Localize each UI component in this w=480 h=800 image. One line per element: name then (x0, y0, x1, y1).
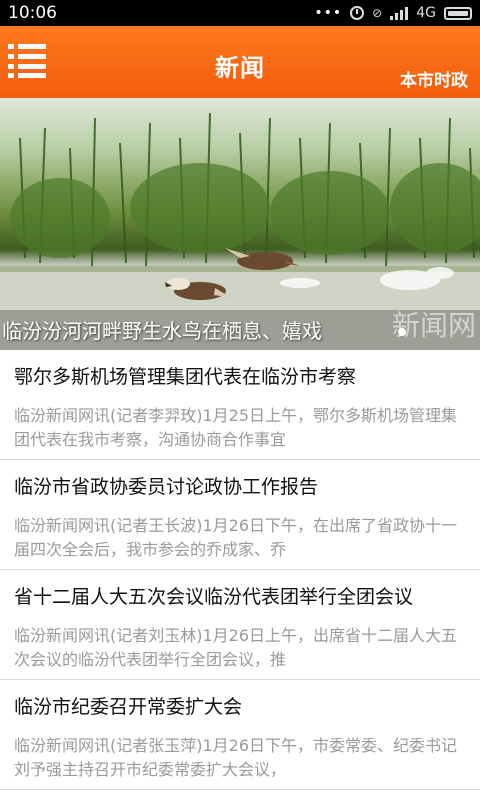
news-item[interactable]: 临汾市省政协委员讨论政协工作报告 临汾新闻网讯(记者王长波)1月26日下午，在出… (0, 460, 480, 570)
banner-carousel[interactable]: 新闻网 临汾汾河河畔野生水鸟在栖息、嬉戏 (0, 98, 480, 350)
news-item[interactable]: 临汾市纪委召开常委扩大会 临汾新闻网讯(记者张玉萍)1月26日下午，市委常委、纪… (0, 680, 480, 790)
local-politics-link[interactable]: 本市时政 (400, 66, 468, 91)
news-title: 临汾市纪委召开常委扩大会 (14, 696, 243, 718)
news-summary: 临汾新闻网讯(记者李羿玫)1月25日上午，鄂尔多斯机场管理集团代表在我市考察，沟… (14, 406, 458, 449)
signal-icon (390, 6, 409, 20)
mute-icon: ⊘ (372, 6, 383, 20)
news-item[interactable]: 省十二届人大五次会议临汾代表团举行全团会议 临汾新闻网讯(记者刘玉林)1月26日… (0, 570, 480, 680)
news-item[interactable]: 鄂尔多斯机场管理集团代表在临汾市考察 临汾新闻网讯(记者李羿玫)1月25日上午，… (0, 350, 480, 460)
battery-icon (444, 6, 472, 20)
news-summary: 临汾新闻网讯(记者张玉萍)1月26日下午，市委常委、纪委书记刘予强主持召开市纪委… (14, 736, 458, 779)
banner-watermark: 新闻网 (391, 309, 476, 342)
alarm-icon (350, 6, 365, 20)
news-title: 省十二届人大五次会议临汾代表团举行全团会议 (14, 586, 414, 608)
status-time: 10:06 (8, 3, 57, 23)
banner-caption: 临汾汾河河畔野生水鸟在栖息、嬉戏 (2, 319, 322, 343)
status-icons: ••• ⊘ 4G (314, 5, 472, 21)
news-title: 鄂尔多斯机场管理集团代表在临汾市考察 (14, 366, 357, 388)
news-summary: 临汾新闻网讯(记者王长波)1月26日下午，在出席了省政协十一届四次全会后，我市参… (14, 516, 458, 559)
carousel-indicator-dot (398, 328, 406, 336)
network-type: 4G (416, 5, 436, 21)
news-summary: 临汾新闻网讯(记者刘玉林)1月26日上午，出席省十二届人大五次会议的临汾代表团举… (14, 626, 458, 669)
news-list: 鄂尔多斯机场管理集团代表在临汾市考察 临汾新闻网讯(记者李羿玫)1月25日上午，… (0, 350, 480, 790)
news-title: 临汾市省政协委员讨论政协工作报告 (14, 476, 319, 498)
status-bar: 10:06 ••• ⊘ 4G (0, 0, 480, 26)
app-header: 新闻 本市时政 (0, 26, 480, 98)
more-dots-icon: ••• (314, 5, 343, 21)
